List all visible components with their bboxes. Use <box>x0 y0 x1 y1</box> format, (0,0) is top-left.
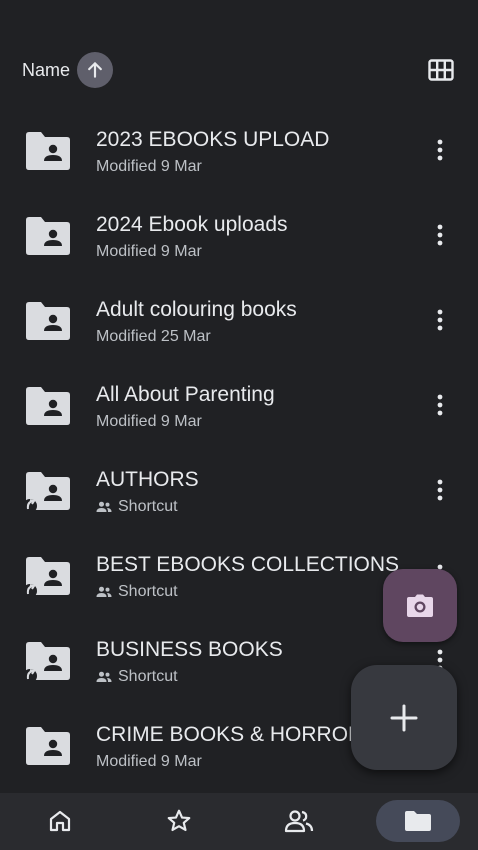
shared-folder-icon <box>24 215 72 257</box>
shared-people-icon <box>284 810 314 833</box>
scan-camera-button[interactable] <box>383 569 457 642</box>
shared-folder-icon <box>24 725 72 767</box>
more-vertical-icon <box>437 224 443 246</box>
file-subtitle-text: Shortcut <box>118 498 178 515</box>
file-name: 2024 Ebook uploads <box>96 213 288 236</box>
more-options-button[interactable] <box>428 306 452 334</box>
plus-icon <box>390 704 418 731</box>
file-name: CRIME BOOKS & HORROR <box>96 723 364 746</box>
file-subtitle-text: Modified 9 Mar <box>96 243 202 260</box>
nav-starred[interactable] <box>159 801 199 841</box>
file-subtitle: Modified 25 Mar <box>96 328 211 346</box>
list-item[interactable]: 2023 EBOOKS UPLOAD Modified 9 Mar <box>0 108 478 193</box>
shared-folder-icon <box>24 385 72 427</box>
more-vertical-icon <box>437 479 443 501</box>
shared-folder-icon <box>24 300 72 342</box>
shared-icon <box>96 501 112 513</box>
nav-home[interactable] <box>40 801 80 841</box>
file-name: All About Parenting <box>96 383 275 406</box>
nav-shared[interactable] <box>279 801 319 841</box>
list-item[interactable]: Adult colouring books Modified 25 Mar <box>0 278 478 363</box>
home-icon <box>49 810 71 832</box>
file-subtitle: Modified 9 Mar <box>96 243 202 261</box>
file-subtitle-text: Modified 9 Mar <box>96 753 202 770</box>
file-subtitle-text: Modified 25 Mar <box>96 328 211 345</box>
file-name: AUTHORS <box>96 468 199 491</box>
grid-view-icon[interactable] <box>428 58 454 82</box>
file-subtitle: Modified 9 Mar <box>96 753 202 771</box>
nav-files[interactable] <box>376 800 460 842</box>
more-options-button[interactable] <box>428 136 452 164</box>
file-name: 2023 EBOOKS UPLOAD <box>96 128 330 151</box>
file-subtitle-text: Shortcut <box>118 668 178 685</box>
more-options-button[interactable] <box>428 476 452 504</box>
file-name: BEST EBOOKS COLLECTIONS <box>96 553 400 576</box>
shared-icon <box>96 586 112 598</box>
sort-bar: Name <box>0 50 478 90</box>
file-subtitle: Modified 9 Mar <box>96 158 202 176</box>
more-vertical-icon <box>437 309 443 331</box>
shortcut-folder-icon <box>23 470 72 513</box>
file-subtitle-text: Shortcut <box>118 583 178 600</box>
shared-folder-icon <box>24 130 72 172</box>
more-vertical-icon <box>437 394 443 416</box>
shortcut-folder-icon <box>23 640 72 683</box>
more-options-button[interactable] <box>428 391 452 419</box>
file-subtitle-text: Modified 9 Mar <box>96 413 202 430</box>
file-subtitle: Shortcut <box>96 583 178 601</box>
file-subtitle: Shortcut <box>96 668 178 686</box>
shared-icon <box>96 671 112 683</box>
file-name: BUSINESS BOOKS <box>96 638 283 661</box>
bottom-navigation <box>0 793 478 850</box>
file-subtitle: Shortcut <box>96 498 178 516</box>
folder-icon <box>405 811 431 831</box>
file-name: Adult colouring books <box>96 298 297 321</box>
list-item[interactable]: AUTHORS Shortcut <box>0 448 478 533</box>
star-icon <box>167 809 191 832</box>
sort-label[interactable]: Name <box>22 60 70 81</box>
file-subtitle-text: Modified 9 Mar <box>96 158 202 175</box>
new-item-button[interactable] <box>351 665 457 770</box>
list-item[interactable]: 2024 Ebook uploads Modified 9 Mar <box>0 193 478 278</box>
shortcut-folder-icon <box>23 555 72 598</box>
more-vertical-icon <box>437 139 443 161</box>
list-item[interactable]: All About Parenting Modified 9 Mar <box>0 363 478 448</box>
more-options-button[interactable] <box>428 221 452 249</box>
arrow-up-icon[interactable] <box>77 52 113 88</box>
file-subtitle: Modified 9 Mar <box>96 413 202 431</box>
camera-icon <box>407 594 433 617</box>
